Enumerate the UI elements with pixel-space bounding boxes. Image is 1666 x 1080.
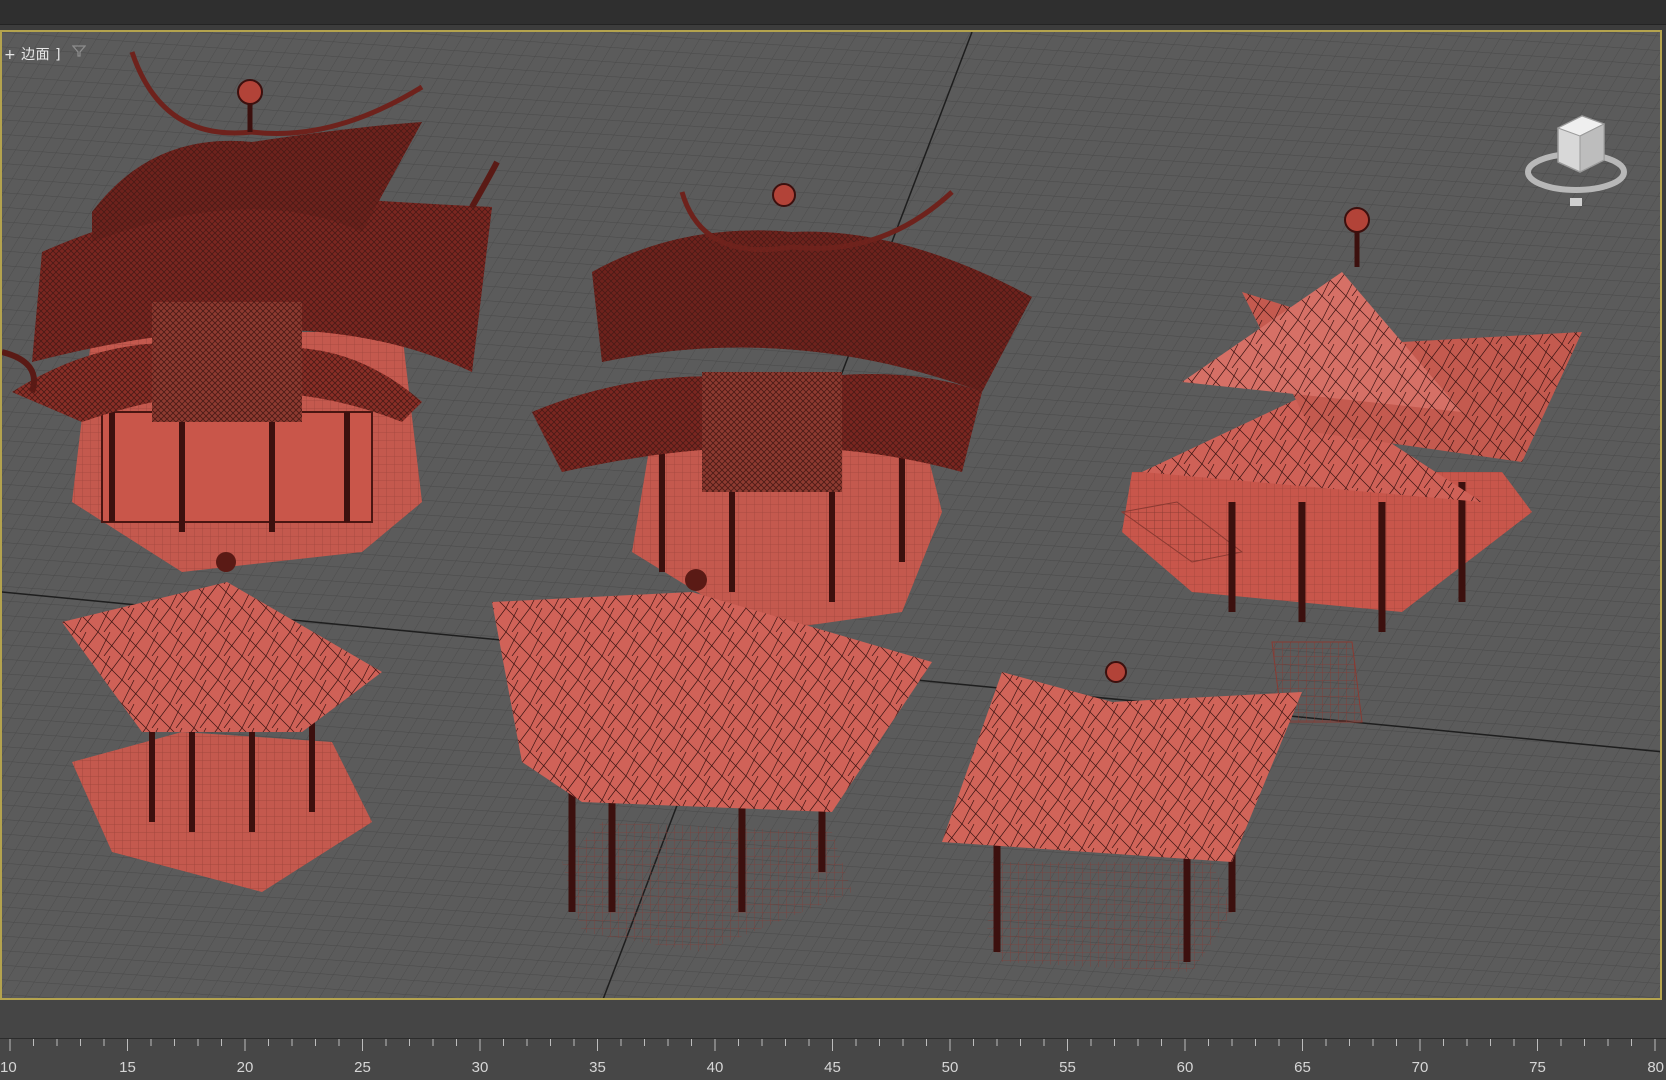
timeline-tick-label: 45 <box>824 1059 841 1076</box>
timeline-ruler[interactable]: 10 15 20 25 30 35 40 45 50 55 60 65 70 75 80 <box>0 1038 1666 1080</box>
status-gap <box>0 1000 1666 1038</box>
viewcube-icon[interactable] <box>1520 110 1632 210</box>
timeline-tick-label: 70 <box>1411 1059 1429 1076</box>
filter-icon[interactable] <box>72 44 86 58</box>
timeline-tick-label: 10 <box>0 1059 17 1076</box>
timeline-tick-label: 25 <box>354 1059 371 1076</box>
timeline-tick-label: 65 <box>1294 1059 1311 1076</box>
timeline-tick-label: 50 <box>941 1059 959 1076</box>
timeline-tick-label: 75 <box>1529 1059 1546 1076</box>
viewport-label[interactable]: + 边面 ] <box>4 44 61 64</box>
timeline-tick-label: 80 <box>1647 1059 1664 1076</box>
timeline-tick-label: 35 <box>589 1059 606 1076</box>
toolbar-strip <box>0 0 1666 25</box>
timeline-tick-label: 15 <box>119 1059 136 1076</box>
timeline-tick-label: 40 <box>706 1059 724 1076</box>
timeline-tick-label: 20 <box>236 1059 254 1076</box>
scene-canvas[interactable] <box>2 32 1662 1000</box>
perspective-viewport[interactable]: + 边面 ] <box>0 30 1662 1000</box>
timeline-tick-label: 55 <box>1059 1059 1076 1076</box>
timeline-tick-label: 30 <box>471 1059 489 1076</box>
timeline-tick-label: 60 <box>1176 1059 1194 1076</box>
app-window: + 边面 ] 10 15 20 25 30 35 40 45 50 55 60 65 70 75 80 <box>0 0 1666 1080</box>
